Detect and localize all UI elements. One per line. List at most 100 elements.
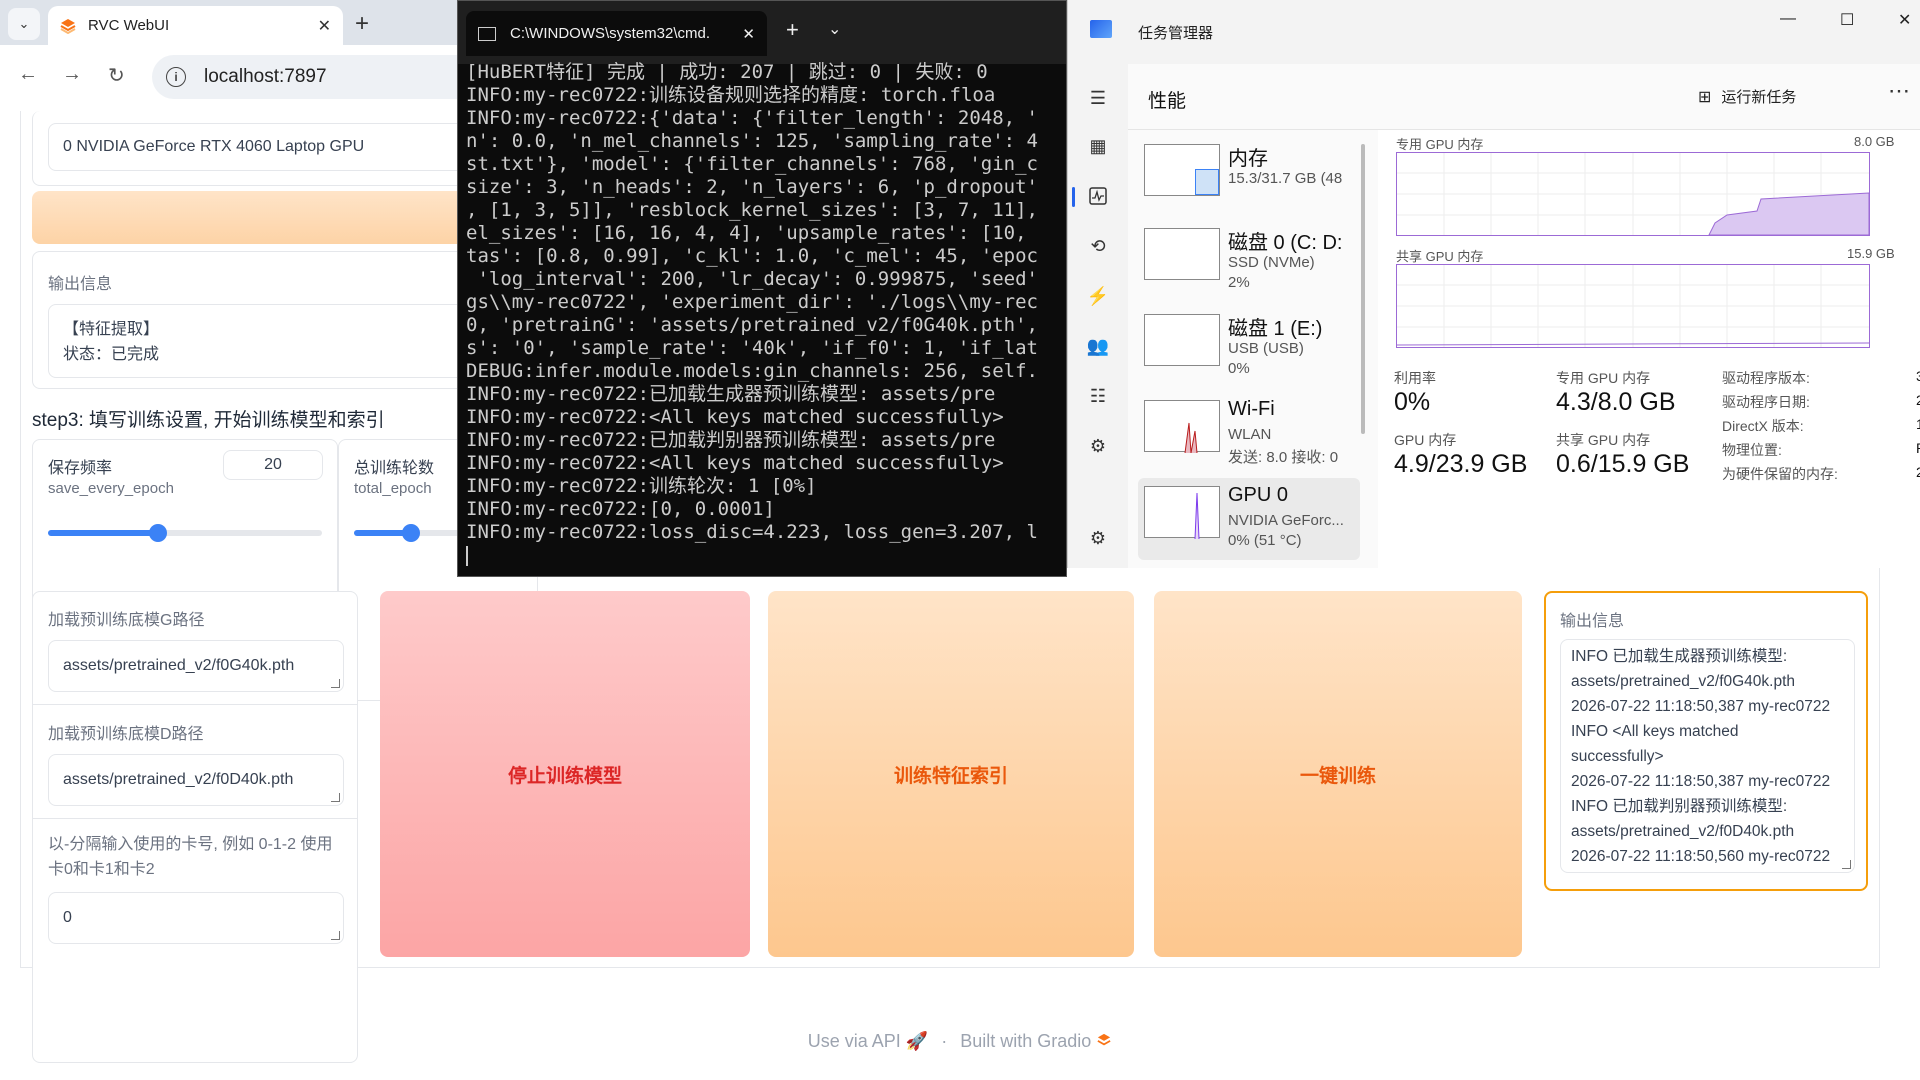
cmd-dropdown-icon[interactable]: ⌄ [828, 19, 841, 39]
startup-apps-icon[interactable]: ⚡ [1086, 284, 1110, 308]
use-api-link[interactable]: Use via API [808, 1031, 901, 1051]
shared-memory-stat-value: 0.6/15.9 GB [1556, 450, 1690, 478]
task-manager-title: 任务管理器 [1138, 25, 1214, 42]
cmd-line: size': 3, 'n_heads': 2, 'n_layers': 6, '… [466, 176, 1038, 198]
output-line: 状态：已完成 [63, 346, 160, 363]
device-list-scrollbar[interactable] [1361, 144, 1365, 434]
device-thumbnail [1144, 400, 1220, 454]
gpu-info-field[interactable]: 0 NVIDIA GeForce RTX 4060 Laptop GPU [48, 123, 468, 171]
footer: Use via API 🚀 · Built with Gradio [0, 1031, 1920, 1052]
device-subtitle: WLAN [1228, 426, 1272, 443]
training-log-textbox[interactable]: INFO 已加载生成器预训练模型: assets/pretrained_v2/f0… [1560, 639, 1855, 873]
site-info-icon[interactable]: i [166, 67, 186, 87]
device-usage: 2% [1228, 274, 1250, 291]
one-click-train-label: 一键训练 [1299, 765, 1376, 787]
save-frequency-slider-thumb[interactable] [148, 524, 167, 542]
save-frequency-number-input[interactable]: 20 [223, 450, 323, 480]
resize-handle-icon[interactable] [331, 793, 340, 802]
stop-training-button[interactable]: 停止训练模型 [380, 591, 750, 957]
task-manager-window[interactable]: 任务管理器 — ☐ ✕ ☰ ▦ ⟲ ⚡ 👥 ☷ ⚙ ⚙ 性能 ⊞ 运行新任务 ⋯ [1067, 0, 1920, 568]
cmd-tab-close-icon[interactable]: ✕ [742, 25, 755, 43]
device-name: 内存 [1228, 148, 1268, 170]
device-thumbnail [1144, 228, 1220, 280]
pretrain-d-input[interactable]: assets/pretrained_v2/f0D40k.pth [48, 754, 344, 806]
footer-separator: · [941, 1031, 948, 1051]
training-log-panel: 输出信息 INFO 已加载生成器预训练模型: assets/pretrained_… [1544, 591, 1868, 891]
task-manager-nav-rail: ☰ ▦ ⟲ ⚡ 👥 ☷ ⚙ ⚙ [1068, 64, 1128, 568]
save-frequency-slider[interactable] [48, 524, 322, 542]
performance-title: 性能 [1148, 91, 1187, 112]
gpu-ids-input[interactable]: 0 [48, 892, 344, 944]
device-thumbnail [1144, 486, 1220, 540]
resize-handle-icon[interactable] [331, 679, 340, 688]
dedicated-memory-graph [1396, 152, 1870, 236]
forward-icon[interactable]: → [62, 63, 82, 86]
app-history-icon[interactable]: ⟲ [1086, 234, 1110, 258]
train-index-button[interactable]: 训练特征索引 [768, 591, 1134, 957]
pretrain-settings-panel: 加载预训练底模G路径 assets/pretrained_v2/f0G40k.p… [32, 591, 358, 1063]
device-wifi[interactable]: Wi-Fi WLAN 发送: 8.0 接收: 0 [1138, 392, 1360, 474]
cmd-new-tab-button[interactable]: + [786, 17, 799, 43]
cmd-window[interactable]: C:\WINDOWS\system32\cmd. ✕ + ⌄ [HuBERT特征… [457, 0, 1067, 577]
gpu-memory-label: GPU 内存 [1394, 432, 1457, 448]
task-manager-main: 性能 ⊞ 运行新任务 ⋯ 内存 15.3/31.7 GB (48 磁盘 0 (C… [1128, 64, 1920, 568]
cmd-output[interactable]: [HuBERT特征] 完成 | 成功: 207 | 跳过: 0 | 失败: 0I… [466, 61, 1066, 567]
browser-tab[interactable]: RVC WebUI ✕ [48, 6, 343, 45]
one-click-train-button[interactable]: 一键训练 [1154, 591, 1522, 957]
device-subtitle: USB (USB) [1228, 340, 1304, 357]
new-task-icon: ⊞ [1698, 88, 1712, 106]
shared-memory-stat-label: 共享 GPU 内存 [1556, 432, 1651, 448]
shared-memory-graph [1396, 264, 1870, 348]
task-manager-logo-icon [1090, 20, 1112, 38]
hamburger-icon[interactable]: ☰ [1086, 86, 1110, 110]
maximize-icon[interactable]: ☐ [1840, 10, 1854, 30]
output-info-textbox[interactable]: 【特征提取】 状态：已完成 [48, 304, 468, 378]
device-name: Wi-Fi [1228, 398, 1275, 420]
cmd-tab[interactable]: C:\WINDOWS\system32\cmd. ✕ [466, 11, 767, 56]
services-icon[interactable]: ⚙ [1086, 434, 1110, 458]
more-options-icon[interactable]: ⋯ [1888, 78, 1910, 104]
device-disk1[interactable]: 磁盘 1 (E:) USB (USB) 0% [1138, 306, 1360, 388]
pretrain-d-value: assets/pretrained_v2/f0D40k.pth [63, 771, 294, 788]
run-new-task-button[interactable]: ⊞ 运行新任务 [1698, 86, 1796, 107]
reload-icon[interactable]: ↻ [108, 63, 125, 88]
dedicated-memory-stat-value: 4.3/8.0 GB [1556, 388, 1676, 416]
run-new-task-label: 运行新任务 [1721, 89, 1797, 106]
performance-icon[interactable] [1086, 184, 1110, 208]
driver-version-label: 驱动程序版本: [1722, 370, 1810, 386]
utilization-label: 利用率 [1394, 370, 1436, 386]
total-epoch-slider-thumb[interactable] [402, 524, 420, 542]
details-icon[interactable]: ☷ [1086, 384, 1110, 408]
active-indicator [1072, 187, 1075, 207]
gpu-info-value: 0 NVIDIA GeForce RTX 4060 Laptop GPU [63, 138, 365, 155]
device-disk0[interactable]: 磁盘 0 (C: D: SSD (NVMe) 2% [1138, 220, 1360, 302]
device-gpu0[interactable]: GPU 0 NVIDIA GeForc... 0% (51 °C) [1138, 478, 1360, 560]
device-name: GPU 0 [1228, 484, 1289, 506]
cmd-line: n': 0.0, 'n_mel_channels': 125, 'samplin… [466, 130, 1038, 152]
back-icon[interactable]: ← [18, 63, 38, 86]
device-list: 内存 15.3/31.7 GB (48 磁盘 0 (C: D: SSD (NVM… [1128, 130, 1360, 568]
device-memory[interactable]: 内存 15.3/31.7 GB (48 [1138, 136, 1360, 218]
users-icon[interactable]: 👥 [1086, 334, 1110, 358]
new-tab-button[interactable]: + [355, 10, 369, 38]
settings-icon[interactable]: ⚙ [1086, 526, 1110, 550]
cmd-line: INFO:my-rec0722:<All keys matched succes… [466, 452, 1004, 474]
built-with-gradio-link[interactable]: Built with Gradio [960, 1031, 1091, 1051]
dedicated-memory-stat-label: 专用 GPU 内存 [1556, 370, 1651, 386]
pretrain-g-input[interactable]: assets/pretrained_v2/f0G40k.pth [48, 640, 344, 692]
tab-close-icon[interactable]: ✕ [318, 16, 331, 36]
tab-search-button[interactable]: ⌄ [8, 8, 40, 40]
cmd-cursor-line [466, 544, 1066, 567]
processes-icon[interactable]: ▦ [1086, 134, 1110, 158]
minimize-icon[interactable]: — [1780, 10, 1796, 28]
cmd-line: INFO:my-rec0722:训练轮次: 1 [0%] [466, 475, 817, 497]
device-subtitle: SSD (NVMe) [1228, 254, 1315, 271]
output-info-label: 输出信息 [48, 276, 113, 293]
resize-handle-icon[interactable] [1842, 860, 1851, 869]
extract-feature-button[interactable] [32, 191, 482, 244]
cmd-line: INFO:my-rec0722:训练设备规则选择的精度: torch.floa [466, 84, 996, 106]
total-epoch-sublabel: total_epoch [354, 480, 432, 497]
close-icon[interactable]: ✕ [1898, 10, 1911, 30]
resize-handle-icon[interactable] [331, 931, 340, 940]
save-frequency-slider-fill [48, 530, 158, 536]
